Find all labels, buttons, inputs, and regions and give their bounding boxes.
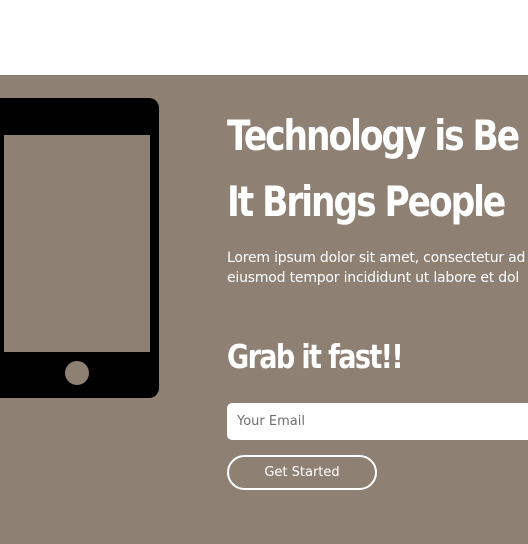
smartphone-icon (0, 98, 159, 398)
grab-it-fast-heading: Grab it fast!! (227, 337, 404, 376)
phone-screen (4, 135, 150, 352)
hero-headline-line-2: It Brings People (227, 177, 506, 226)
hero-description-line-1: Lorem ipsum dolor sit amet, consectetur … (227, 250, 526, 266)
hero-description: Lorem ipsum dolor sit amet, consectetur … (227, 248, 525, 288)
hero-section: Technology is Be It Brings People Lorem … (0, 75, 528, 544)
get-started-button[interactable]: Get Started (227, 455, 377, 490)
phone-home-button (65, 361, 89, 385)
page: Technology is Be It Brings People Lorem … (0, 0, 528, 544)
hero-headline: Technology is Be It Brings People (227, 103, 520, 235)
email-field[interactable] (227, 403, 528, 440)
hero-headline-line-1: Technology is Be (227, 111, 520, 160)
hero-description-line-2: eiusmod tempor incididunt ut labore et d… (227, 270, 520, 286)
